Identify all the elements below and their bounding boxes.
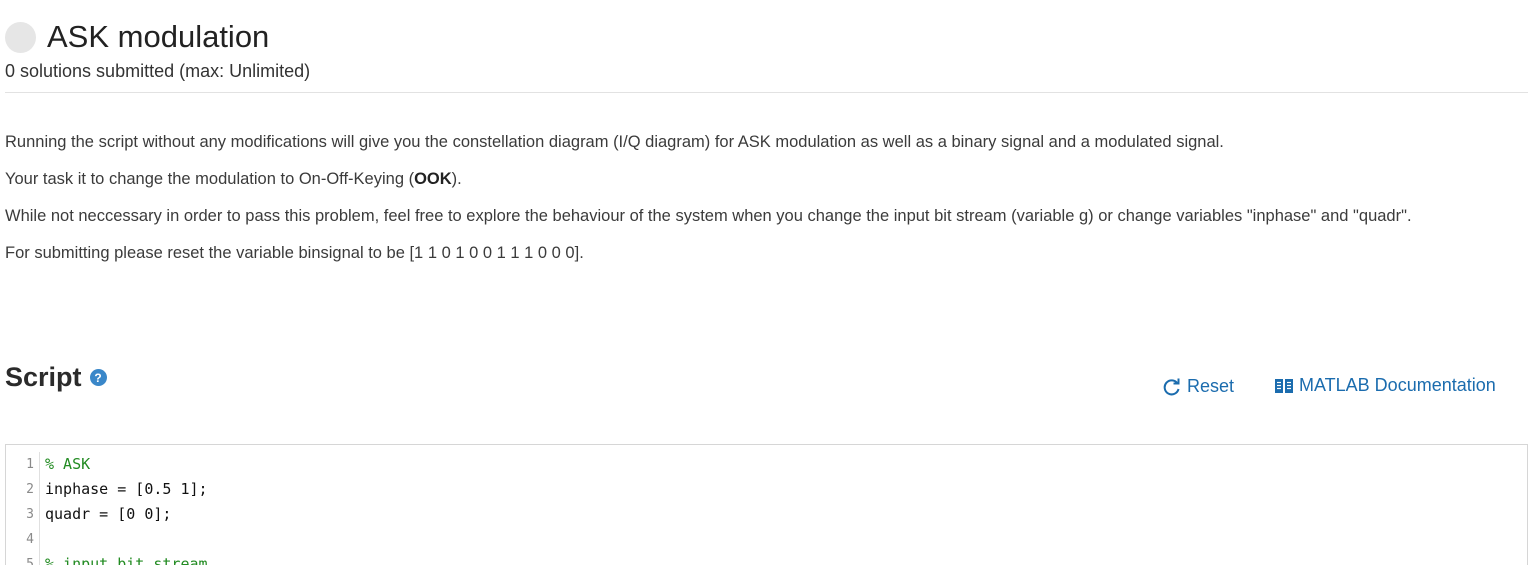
description-text: Your task it to change the modulation to… [5, 170, 415, 188]
reset-button[interactable]: Reset [1162, 376, 1234, 397]
help-icon[interactable]: ? [89, 369, 107, 386]
line-number: 5 [6, 552, 40, 565]
code-text[interactable]: quadr = [0 0]; [45, 502, 171, 527]
code-text[interactable]: % input bit stream [45, 552, 208, 565]
description-paragraph-3: While not neccessary in order to pass th… [5, 207, 1412, 225]
status-circle-icon [5, 21, 36, 53]
description-bold-text: OOK [414, 170, 452, 188]
code-text[interactable]: inphase = [0.5 1]; [45, 477, 208, 502]
divider [5, 92, 1528, 93]
description-paragraph-4: For submitting please reset the variable… [5, 244, 584, 262]
code-line[interactable]: 1 % ASK [6, 452, 1527, 477]
book-icon [1275, 378, 1293, 393]
line-number: 1 [6, 452, 40, 477]
code-text[interactable]: % ASK [45, 452, 90, 477]
matlab-documentation-link[interactable]: MATLAB Documentation [1274, 375, 1496, 396]
description-text: ). [451, 170, 462, 188]
code-line[interactable]: 5 % input bit stream [6, 552, 1527, 565]
line-number: 2 [6, 477, 40, 502]
script-title: Script [5, 362, 82, 392]
code-lines: 1 % ASK 2 inphase = [0.5 1]; 3 quadr = [… [6, 445, 1527, 565]
refresh-icon [1163, 378, 1180, 395]
script-heading: Script ? [5, 362, 107, 393]
code-line[interactable]: 2 inphase = [0.5 1]; [6, 477, 1527, 502]
code-editor[interactable]: 1 % ASK 2 inphase = [0.5 1]; 3 quadr = [… [5, 444, 1528, 565]
code-line[interactable]: 3 quadr = [0 0]; [6, 502, 1527, 527]
submission-count: 0 solutions submitted (max: Unlimited) [5, 61, 311, 81]
line-number: 4 [6, 527, 40, 552]
description-paragraph-2: Your task it to change the modulation to… [5, 166, 1445, 192]
problem-title: ASK modulation [47, 19, 270, 54]
description-paragraph-1: Running the script without any modificat… [5, 133, 1224, 151]
problem-description: Running the script without any modificat… [5, 129, 1445, 277]
code-line[interactable]: 4 [6, 527, 1527, 552]
line-number: 3 [6, 502, 40, 527]
problem-header: ASK modulation [5, 18, 269, 56]
documentation-label: MATLAB Documentation [1299, 375, 1496, 395]
reset-label: Reset [1187, 376, 1235, 396]
